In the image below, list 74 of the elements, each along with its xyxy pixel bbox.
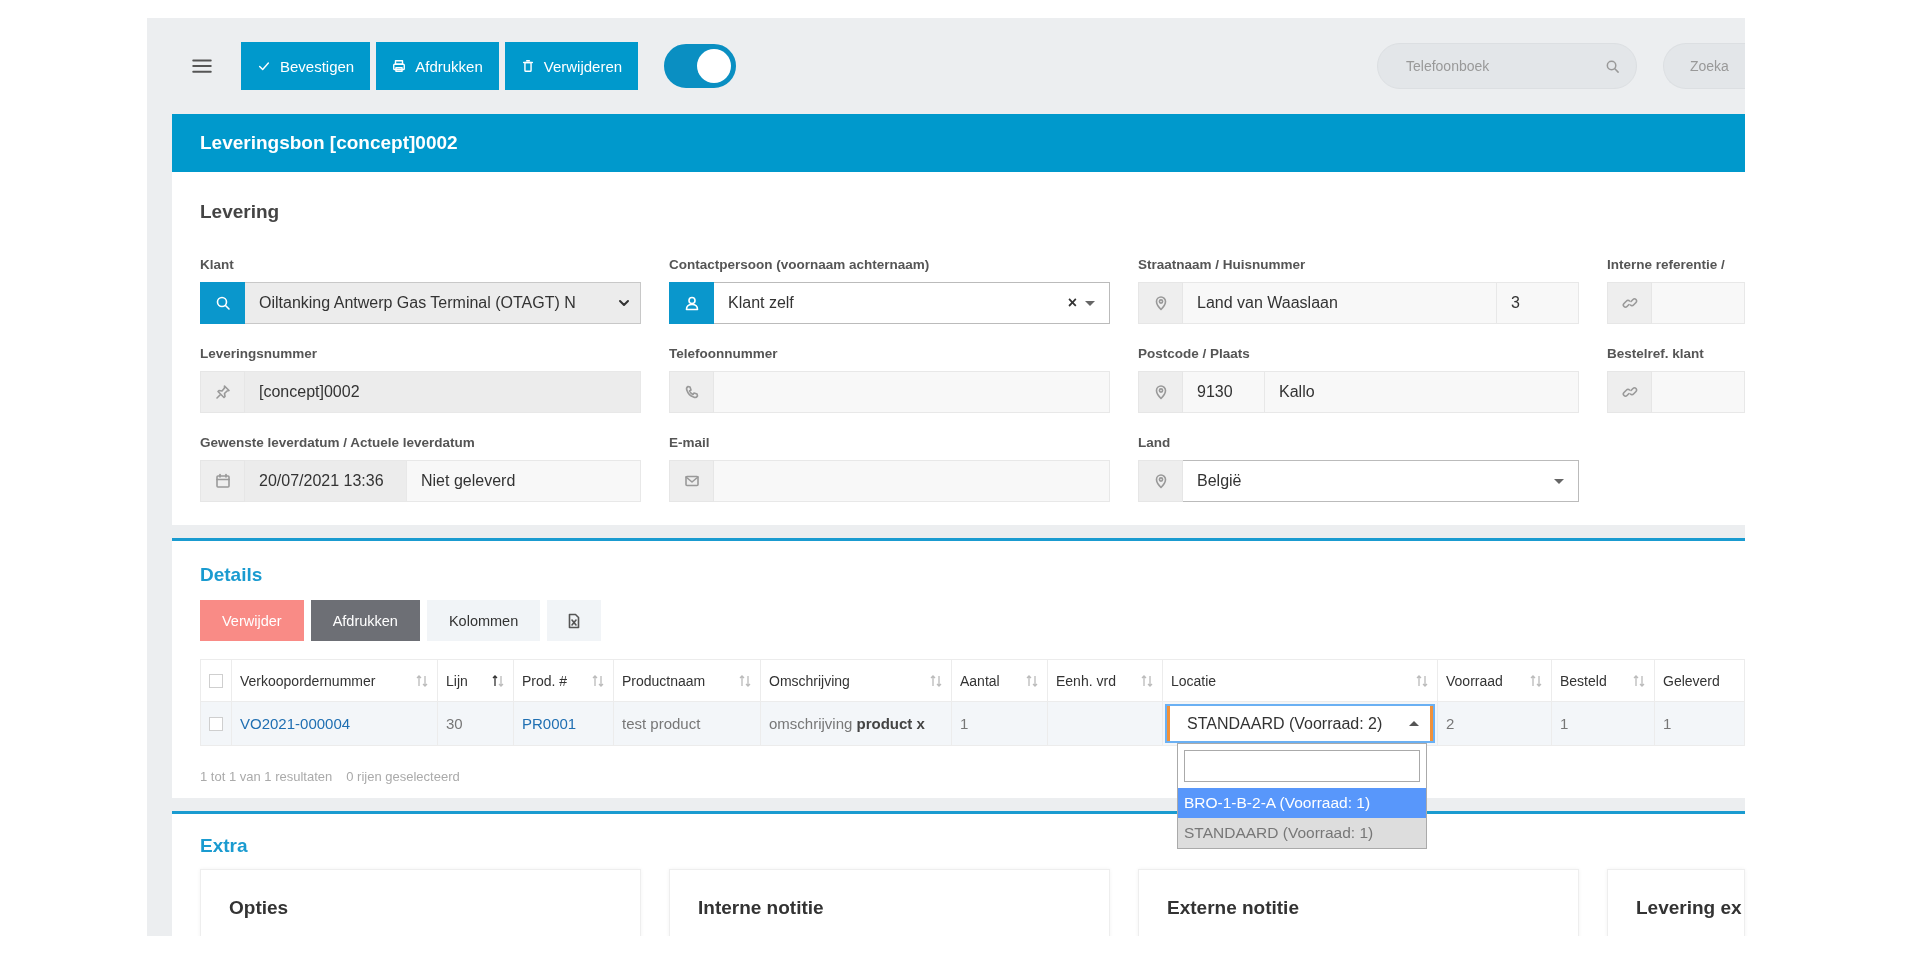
location-select[interactable]: STANDAARD (Voorraad: 2) <box>1165 704 1435 743</box>
column-header[interactable]: Omschrijving <box>769 672 850 689</box>
toggle-switch[interactable] <box>664 44 737 88</box>
field-label: Land <box>1138 434 1172 452</box>
input-field[interactable]: Land van Waaslaan <box>1183 282 1497 324</box>
column-header[interactable]: Locatie <box>1171 672 1217 689</box>
field-label: E-mail <box>669 434 711 452</box>
input-field[interactable] <box>714 460 1110 502</box>
phone-icon <box>683 384 700 400</box>
table-cell: 1 <box>1663 715 1672 732</box>
input-field[interactable]: [concept]0002 <box>245 371 641 413</box>
printer-icon <box>392 59 407 73</box>
table-cell: 2 <box>1446 715 1455 732</box>
table-cell: test product <box>622 715 701 732</box>
field-label: Interne referentie / <box>1607 256 1726 274</box>
field-label: Postcode / Plaats <box>1138 345 1251 363</box>
input-field[interactable]: 9130 <box>1183 371 1265 413</box>
field-label: Klant <box>200 256 235 274</box>
field-label: Bestelref. klant <box>1607 345 1705 363</box>
input-field[interactable]: 3 <box>1497 282 1579 324</box>
input-field[interactable] <box>714 371 1110 413</box>
menu-icon <box>192 56 212 76</box>
column-header[interactable]: Voorraad <box>1446 672 1503 689</box>
field-label: Leveringsnummer <box>200 345 319 363</box>
field-label: Contactpersoon (voornaam achternaam) <box>669 256 931 274</box>
status-text: 1 tot 1 van 1 resultaten <box>200 768 333 786</box>
section-heading: Levering <box>200 200 281 224</box>
table-cell: 1 <box>960 715 969 732</box>
field-label: Telefoonnummer <box>669 345 779 363</box>
checkbox[interactable] <box>209 673 223 688</box>
trash-icon <box>520 59 535 73</box>
table-cell: omschrijving product x <box>769 715 925 732</box>
table-cell: 1 <box>1560 715 1569 732</box>
input-field[interactable] <box>1652 371 1745 413</box>
check-icon <box>257 59 271 73</box>
toolbar-button[interactable]: Kolommen <box>426 600 541 641</box>
page-title: Leveringsbon [concept]0002 <box>200 132 458 154</box>
input-field[interactable]: 20/07/2021 13:36 <box>245 460 407 502</box>
card-title: Opties <box>229 896 290 920</box>
input-field[interactable] <box>1652 282 1745 324</box>
pushpin-icon <box>214 384 231 400</box>
column-header[interactable]: Besteld <box>1560 672 1607 689</box>
caret-icon <box>1554 478 1564 484</box>
search-icon <box>214 295 231 311</box>
section-heading: Details <box>200 563 264 587</box>
calendar-icon <box>214 473 231 489</box>
card-title: Externe notitie <box>1167 896 1300 920</box>
column-header[interactable]: Prod. # <box>522 672 568 689</box>
search-field[interactable] <box>1184 750 1420 782</box>
link-icon <box>1621 384 1638 400</box>
table-cell: 30 <box>446 715 463 732</box>
search-icon <box>1605 58 1620 74</box>
export-button[interactable] <box>547 600 602 641</box>
input-field[interactable]: Niet geleverd <box>407 460 641 502</box>
input-field[interactable]: Kallo <box>1265 371 1579 413</box>
envelope-icon <box>683 473 700 489</box>
select-field[interactable]: Oiltanking Antwerp Gas Terminal (OTAGT) N <box>245 282 641 324</box>
checkbox[interactable] <box>209 716 223 731</box>
user-icon <box>683 295 700 311</box>
select-field[interactable]: Klant zelf × <box>714 282 1110 324</box>
sort-icon[interactable] <box>491 673 505 688</box>
column-header[interactable]: Aantal <box>960 672 1000 689</box>
field-label: Straatnaam / Huisnummer <box>1138 256 1307 274</box>
caret-icon <box>1409 721 1419 726</box>
column-header[interactable]: Lijn <box>446 672 468 689</box>
clear-button[interactable]: × <box>1067 294 1077 312</box>
field-label: Gewenste leverdatum / Actuele leverdatum <box>200 434 476 452</box>
link-icon <box>1621 295 1638 311</box>
card-title: Levering ex <box>1636 896 1743 920</box>
status-text: 0 rijen geselecteerd <box>346 768 460 786</box>
select-field[interactable]: België <box>1183 460 1579 502</box>
toolbar-button[interactable]: Afdrukken <box>310 600 420 641</box>
caret-icon <box>1085 300 1095 306</box>
card-title: Interne notitie <box>698 896 825 920</box>
